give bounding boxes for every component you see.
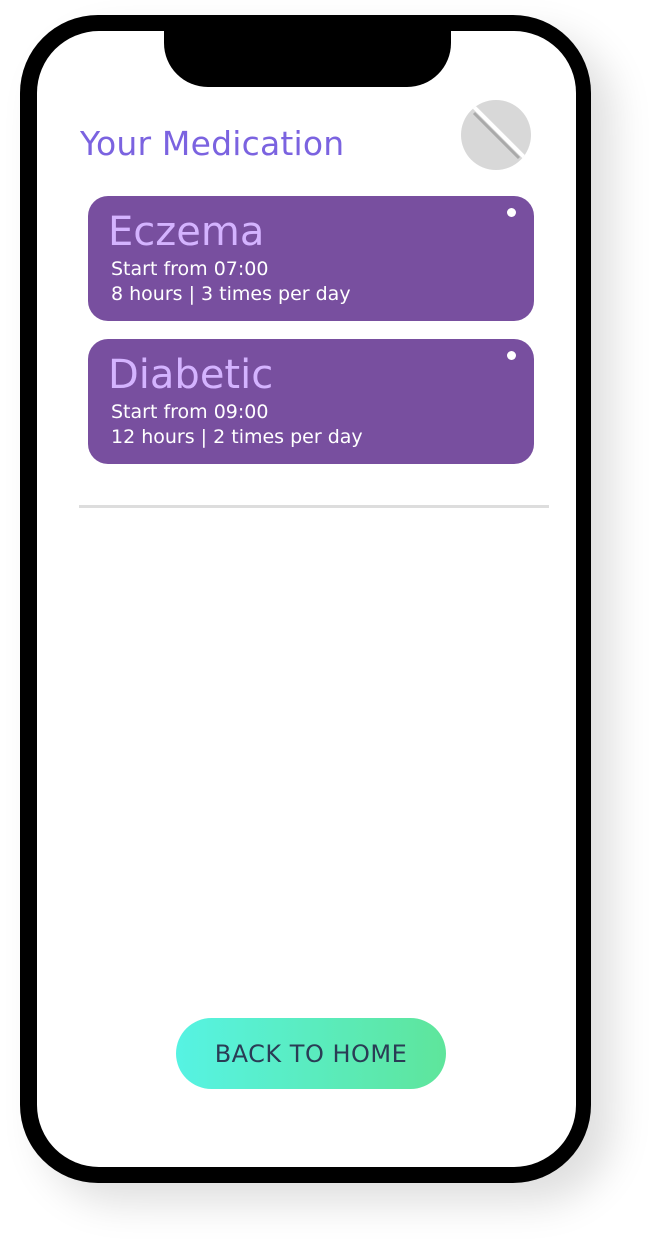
pill-icon[interactable] bbox=[461, 100, 531, 170]
phone-notch bbox=[164, 31, 451, 87]
medication-frequency: 12 hours | 2 times per day bbox=[111, 426, 363, 448]
medication-name: Eczema bbox=[108, 209, 265, 255]
medication-frequency: 8 hours | 3 times per day bbox=[111, 283, 351, 305]
medication-start-time: Start from 09:00 bbox=[111, 401, 269, 423]
section-divider bbox=[79, 505, 549, 508]
phone-frame: Your Medication Eczema Start from 07:00 … bbox=[20, 15, 591, 1183]
status-dot-icon bbox=[507, 351, 516, 360]
page-title: Your Medication bbox=[80, 124, 345, 163]
back-to-home-button[interactable]: BACK TO HOME bbox=[176, 1018, 446, 1089]
medication-start-time: Start from 07:00 bbox=[111, 258, 269, 280]
medication-card-eczema[interactable]: Eczema Start from 07:00 8 hours | 3 time… bbox=[88, 196, 534, 321]
medication-name: Diabetic bbox=[108, 352, 274, 398]
app-screen: Your Medication Eczema Start from 07:00 … bbox=[37, 31, 576, 1167]
status-dot-icon bbox=[507, 208, 516, 217]
medication-card-diabetic[interactable]: Diabetic Start from 09:00 12 hours | 2 t… bbox=[88, 339, 534, 464]
